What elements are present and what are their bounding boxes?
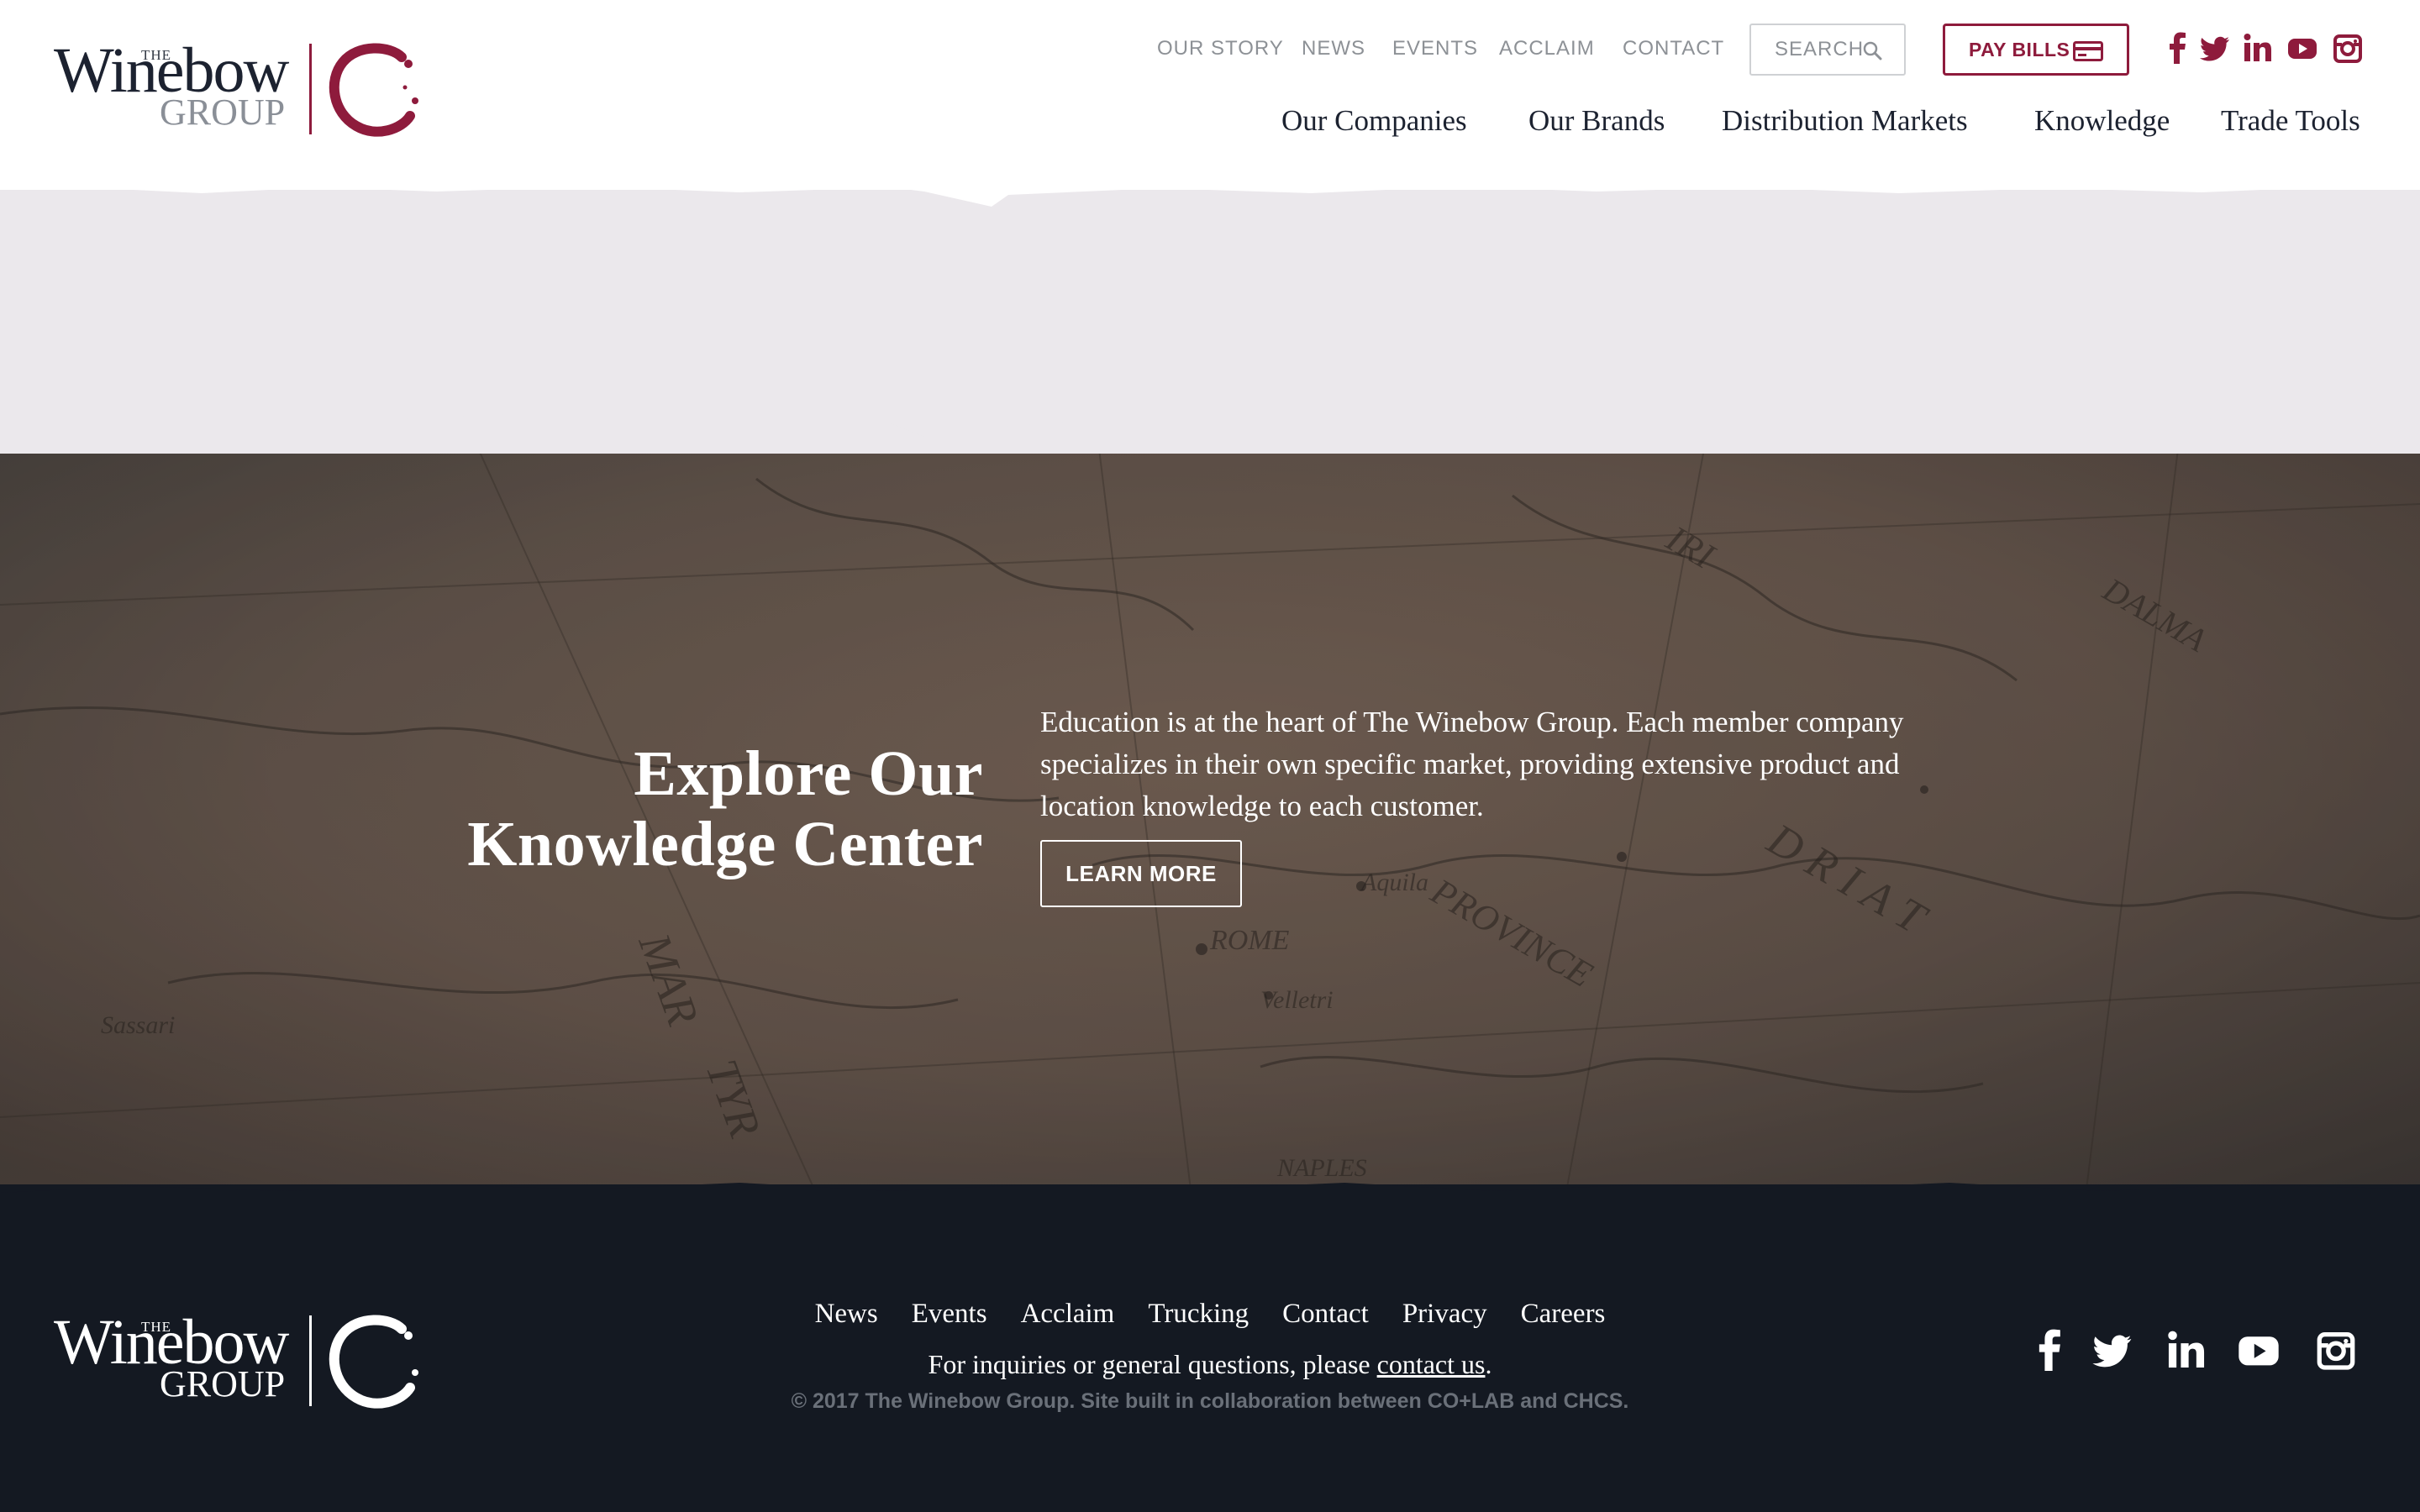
util-link-our-story[interactable]: OUR STORY bbox=[1157, 37, 1284, 60]
hero-title: Explore Our Knowledge Center bbox=[345, 738, 983, 879]
contact-us-link[interactable]: contact us bbox=[1377, 1349, 1486, 1379]
torn-edge-band bbox=[0, 398, 2420, 437]
instagram-icon[interactable] bbox=[2316, 1329, 2356, 1371]
linkedin-icon[interactable] bbox=[2243, 32, 2273, 64]
site-footer: Winebow THE GROUP News Events Acclaim Tr… bbox=[0, 1184, 2420, 1512]
site-header: Winebow THE GROUP OUR STORY NEWS EVENTS … bbox=[0, 0, 2420, 190]
knowledge-hero: IRI DALMA PROVINCE D R I A T MAR TYR ROM… bbox=[0, 395, 2420, 1210]
util-link-events[interactable]: EVENTS bbox=[1392, 37, 1478, 60]
torn-edge-top bbox=[0, 173, 2420, 207]
footer-link-events[interactable]: Events bbox=[912, 1299, 987, 1330]
hero-title-line1: Explore Our bbox=[634, 738, 983, 809]
pay-bills-button[interactable]: PAY BILLS bbox=[1943, 24, 2129, 76]
learn-more-button[interactable]: LEARN MORE bbox=[1040, 840, 1242, 907]
facebook-icon[interactable] bbox=[2163, 32, 2193, 64]
nav-distribution-markets[interactable]: Distribution Markets bbox=[1722, 104, 1968, 138]
search-icon[interactable] bbox=[1862, 40, 1882, 60]
logo-the: THE bbox=[141, 47, 172, 63]
facebook-icon[interactable] bbox=[2030, 1329, 2070, 1371]
logo-group: GROUP bbox=[160, 92, 286, 133]
util-link-acclaim[interactable]: ACCLAIM bbox=[1499, 37, 1595, 60]
inquiry-prefix: For inquiries or general questions, plea… bbox=[928, 1349, 1377, 1379]
twitter-icon[interactable] bbox=[2200, 32, 2230, 64]
footer-link-contact[interactable]: Contact bbox=[1282, 1299, 1369, 1330]
youtube-icon[interactable] bbox=[2287, 32, 2317, 64]
util-link-contact[interactable]: CONTACT bbox=[1623, 37, 1724, 60]
footer-link-news[interactable]: News bbox=[815, 1299, 878, 1330]
footer-nav: News Events Acclaim Trucking Contact Pri… bbox=[0, 1299, 2420, 1330]
youtube-icon[interactable] bbox=[2238, 1329, 2279, 1371]
util-link-news[interactable]: NEWS bbox=[1302, 37, 1365, 60]
instagram-icon[interactable] bbox=[2333, 32, 2363, 64]
footer-link-acclaim[interactable]: Acclaim bbox=[1021, 1299, 1115, 1330]
pay-bills-label: PAY BILLS bbox=[1969, 38, 2070, 60]
nav-our-companies[interactable]: Our Companies bbox=[1281, 104, 1467, 138]
linkedin-icon[interactable] bbox=[2166, 1329, 2207, 1371]
logo-divider bbox=[309, 44, 312, 134]
nav-trade-tools[interactable]: Trade Tools bbox=[2221, 104, 2360, 138]
twitter-icon[interactable] bbox=[2092, 1329, 2133, 1371]
nav-our-brands[interactable]: Our Brands bbox=[1528, 104, 1665, 138]
footer-link-trucking[interactable]: Trucking bbox=[1148, 1299, 1249, 1330]
nav-knowledge[interactable]: Knowledge bbox=[2034, 104, 2170, 138]
torn-edge-footer bbox=[0, 1183, 2420, 1203]
inquiry-suffix: . bbox=[1485, 1349, 1492, 1379]
wine-ring-icon bbox=[329, 43, 418, 137]
footer-link-careers[interactable]: Careers bbox=[1521, 1299, 1606, 1330]
hero-title-line2: Knowledge Center bbox=[467, 808, 983, 879]
credit-card-icon bbox=[2073, 41, 2103, 61]
footer-link-privacy[interactable]: Privacy bbox=[1402, 1299, 1487, 1330]
copyright: © 2017 The Winebow Group. Site built in … bbox=[791, 1389, 1629, 1413]
winebow-logo[interactable]: Winebow THE GROUP bbox=[54, 39, 424, 139]
hero-description: Education is at the heart of The Winebow… bbox=[1040, 706, 1904, 822]
search-box[interactable] bbox=[1749, 24, 1906, 76]
